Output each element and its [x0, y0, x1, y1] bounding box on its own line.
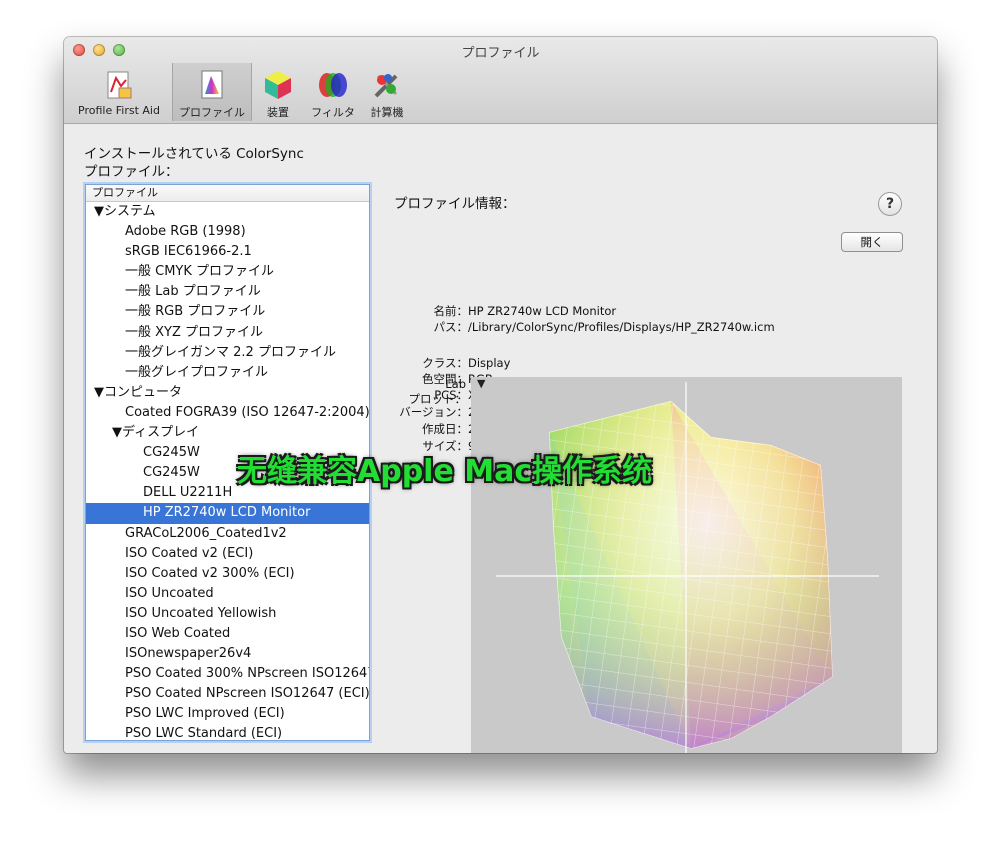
lab-plot[interactable]: ▼	[471, 377, 902, 753]
info-field-key: 名前：	[433, 304, 469, 318]
gamut-plot-svg	[496, 382, 879, 753]
profile-row[interactable]: PSO Coated NPscreen ISO12647 (ECI)	[86, 684, 369, 704]
help-button[interactable]: ?	[878, 192, 902, 216]
info-field: パス：/Library/ColorSync/Profiles/Displays/…	[374, 320, 775, 335]
profile-row[interactable]: ISOnewspaper26v4	[86, 644, 369, 664]
profile-row[interactable]: HP ZR2740w LCD Monitor	[86, 503, 369, 524]
watermark-caption: 无缝兼容Apple Mac操作系统	[237, 454, 653, 489]
device-cube-icon	[265, 71, 291, 99]
toolbar-profiles[interactable]: プロファイル	[172, 63, 252, 121]
content-area: インストールされている ColorSync プロファイル： プロファイル ▼シス…	[64, 124, 937, 753]
open-button[interactable]: 開く	[841, 232, 903, 252]
info-field-key: クラス：	[422, 356, 468, 370]
profile-row[interactable]: ISO Web Coated	[86, 624, 369, 644]
profile-row[interactable]: 一般グレイガンマ 2.2 プロファイル	[86, 343, 369, 363]
info-field-value: /Library/ColorSync/Profiles/Displays/HP_…	[468, 320, 775, 334]
profile-row[interactable]: ISO Uncoated	[86, 584, 369, 604]
lab-plot-label: Lab プロット：	[404, 377, 467, 407]
installed-profiles-heading: インストールされている ColorSync プロファイル：	[84, 145, 304, 181]
lab-plot-label-line1: Lab	[445, 377, 466, 391]
toolbar-calculator[interactable]: 計算機	[365, 63, 409, 121]
info-field: クラス：Display	[374, 356, 510, 371]
heading-line-1: インストールされている ColorSync	[84, 146, 304, 162]
profile-group-row[interactable]: ▼ディスプレイ	[86, 423, 369, 443]
profile-row[interactable]: PSO LWC Standard (ECI)	[86, 724, 369, 740]
window-title: プロファイル	[461, 46, 540, 61]
toolbar-filters[interactable]: フィルタ	[303, 63, 363, 121]
profile-row[interactable]: 一般グレイプロファイル	[86, 363, 369, 383]
heading-line-2: プロファイル：	[84, 164, 179, 180]
profile-row[interactable]: Coated FOGRA39 (ISO 12647-2:2004)	[86, 403, 369, 423]
profile-row[interactable]: 一般 CMYK プロファイル	[86, 262, 369, 282]
info-field-value: Display	[468, 356, 511, 370]
profile-row[interactable]: 一般 Lab プロファイル	[86, 282, 369, 302]
filter-rgb-icon	[319, 73, 347, 97]
toolbar: プロファイル Profile First Aid プロファイル 装置 フィルタ …	[64, 37, 937, 124]
info-field-value: HP ZR2740w LCD Monitor	[468, 304, 617, 318]
toolbar-devices[interactable]: 装置	[255, 63, 301, 121]
profile-row[interactable]: sRGB IEC61966-2.1	[86, 242, 369, 262]
profile-row[interactable]: GRACoL2006_Coated1v2	[86, 524, 369, 544]
profile-row[interactable]: ISO Coated v2 300% (ECI)	[86, 564, 369, 584]
list-column-header[interactable]: プロファイル	[86, 185, 369, 202]
profile-row[interactable]: ISO Uncoated Yellowish	[86, 604, 369, 624]
profile-document-icon	[201, 70, 223, 99]
profile-row[interactable]: ISO Coated v2 (ECI)	[86, 544, 369, 564]
info-field: 名前：HP ZR2740w LCD Monitor	[374, 304, 617, 319]
profile-info-title: プロファイル情報：	[394, 196, 516, 212]
profile-group-row[interactable]: ▼コンピュータ	[86, 383, 369, 403]
toolbar-profile-first-aid[interactable]: Profile First Aid	[68, 63, 170, 121]
profile-group-row[interactable]: ▼システム	[86, 202, 369, 222]
colorsync-utility-window: プロファイル Profile First Aid プロファイル 装置 フィルタ …	[64, 37, 937, 753]
info-field-key: バージョン：	[399, 405, 468, 419]
profile-row[interactable]: 一般 XYZ プロファイル	[86, 323, 369, 343]
info-field-key: パス：	[433, 320, 469, 334]
calculator-tools-icon	[374, 74, 398, 98]
profile-row[interactable]: PSO LWC Improved (ECI)	[86, 704, 369, 724]
profile-row[interactable]: Adobe RGB (1998)	[86, 222, 369, 242]
lab-plot-label-line2: プロット：	[408, 392, 467, 406]
profile-row[interactable]: 一般 RGB プロファイル	[86, 302, 369, 322]
profile-row[interactable]: PSO Coated 300% NPscreen ISO12647 (ECI)	[86, 664, 369, 684]
info-field-key: 作成日：	[422, 422, 468, 436]
profile-first-aid-icon	[107, 71, 132, 99]
